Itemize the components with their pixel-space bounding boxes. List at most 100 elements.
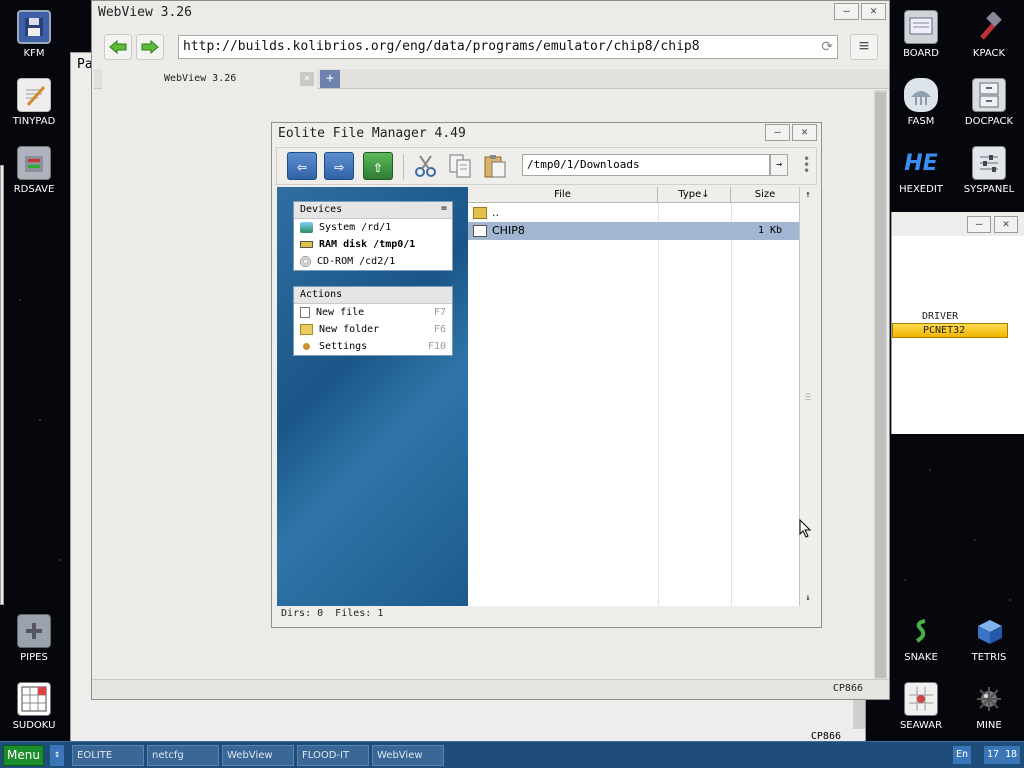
arrow-left-icon: ⇦ (297, 156, 307, 176)
eolite-statusbar: Dirs: 0 Files: 1 (281, 608, 384, 619)
driver-label: DRIVER (922, 311, 959, 322)
file-row-parent[interactable]: .. (468, 204, 799, 222)
desktop-icon-fasm[interactable]: FASM (889, 72, 953, 138)
action-settings[interactable]: Settings F10 (294, 338, 452, 355)
eolite-sidebar: Devices = System /rd/1 RAM disk /tmp0/1 … (277, 187, 468, 606)
new-tab-button[interactable]: + (320, 70, 340, 88)
desktop-icon-label: SUDOKU (12, 720, 56, 731)
webview-scrollbar[interactable] (874, 90, 887, 680)
desktop-icon-label: DOCPACK (964, 116, 1014, 127)
eolite-title: Eolite File Manager 4.49 (278, 126, 466, 141)
device-ram-disk[interactable]: RAM disk /tmp0/1 (294, 236, 452, 253)
eolite-window[interactable]: Eolite File Manager 4.49 — ✕ ⇦ ⇨ ⇧ /tmp0… (271, 122, 822, 628)
task-webview-2[interactable]: WebView (372, 745, 444, 766)
left-edge-window[interactable] (0, 165, 4, 605)
file-size: 1 Kb (758, 225, 783, 236)
board-icon (904, 10, 938, 44)
task-flood-it[interactable]: FLOOD-IT (297, 745, 369, 766)
webview-statusbar: CP866 (92, 679, 889, 699)
device-cdrom[interactable]: CD-ROM /cd2/1 (294, 253, 452, 270)
desktop-icon-syspanel[interactable]: SYSPANEL (957, 140, 1021, 206)
desktop-icon-snake[interactable]: SNAKE (889, 608, 953, 674)
column-size[interactable]: Size (731, 187, 799, 203)
desktop-icon-kpack[interactable]: KPACK (957, 4, 1021, 70)
netcfg-close-button[interactable]: ✕ (994, 216, 1018, 233)
paste-icon (484, 155, 506, 178)
devices-header[interactable]: Devices = (294, 202, 452, 219)
actions-header[interactable]: Actions (294, 287, 452, 304)
folder-up-icon (473, 207, 487, 219)
device-system[interactable]: System /rd/1 (294, 219, 452, 236)
desktop-icon-label: PIPES (20, 652, 48, 663)
webview-minimize-button[interactable]: — (834, 3, 859, 20)
desktop-icon-board[interactable]: BOARD (889, 4, 953, 70)
cut-button[interactable] (411, 152, 441, 180)
desktop-icon-hexedit[interactable]: HE HEXEDIT (889, 140, 953, 206)
sudoku-icon (17, 682, 51, 716)
device-label: CD-ROM /cd2/1 (317, 256, 396, 267)
back-button[interactable] (104, 34, 132, 60)
window-switch-button[interactable]: ↕ (50, 745, 64, 766)
desktop-icon-seawar[interactable]: SEAWAR (889, 676, 953, 742)
scroll-down-icon[interactable]: ↓ (801, 591, 815, 605)
file-row-chip8[interactable]: CHIP8 1 Kb (468, 222, 799, 240)
file-name: .. (492, 206, 499, 219)
tab-webview[interactable]: WebView 3.26 (102, 69, 317, 89)
mouse-cursor-icon (799, 519, 812, 538)
netcfg-minimize-button[interactable]: — (967, 216, 991, 233)
desktop-icon-label: TINYPAD (12, 116, 56, 127)
forward-button[interactable] (136, 34, 164, 60)
desktop-icon-sudoku[interactable]: SUDOKU (2, 676, 66, 742)
hamburger-menu-button[interactable]: ≡ (850, 34, 878, 60)
driver-select[interactable]: PCNET32 (892, 323, 1008, 338)
eolite-up-button[interactable]: ⇧ (363, 152, 393, 180)
desktop-icon-rdsave[interactable]: RDSAVE (2, 140, 66, 206)
desktop-icon-label: RDSAVE (13, 184, 55, 195)
desktop-icon-pipes[interactable]: PIPES (2, 608, 66, 674)
copy-button[interactable] (445, 152, 475, 180)
action-label: New folder (319, 324, 380, 335)
eolite-close-button[interactable]: ✕ (792, 124, 817, 141)
scrollbar-thumb[interactable] (875, 92, 886, 678)
scroll-up-icon[interactable]: ↑ (801, 188, 815, 202)
paste-button[interactable] (480, 152, 510, 180)
file-list-scrollbar[interactable]: ↑ ― ― ― ↓ (799, 187, 816, 606)
column-type[interactable]: Type↓ (658, 187, 731, 203)
language-indicator[interactable]: En (953, 746, 971, 764)
netcfg-titlebar[interactable]: — ✕ (892, 212, 1024, 236)
url-text: http://builds.kolibrios.org/eng/data/pro… (183, 39, 700, 54)
scroll-grip-icon[interactable]: ― ― ― (802, 390, 814, 404)
task-eolite[interactable]: EOLITE (72, 745, 144, 766)
desktop-icon-mine[interactable]: MINE (957, 676, 1021, 742)
eolite-forward-button[interactable]: ⇨ (324, 152, 354, 180)
action-label: Settings (319, 341, 368, 352)
url-input[interactable]: http://builds.kolibrios.org/eng/data/pro… (178, 35, 838, 59)
column-file[interactable]: File (468, 187, 658, 203)
desktop-icon-docpack[interactable]: DOCPACK (957, 72, 1021, 138)
toolbar-menu-icon[interactable]: • • • (803, 153, 810, 177)
task-netcfg[interactable]: netcfg (147, 745, 219, 766)
webview-close-button[interactable]: ✕ (861, 3, 886, 20)
action-new-file[interactable]: New file F7 (294, 304, 452, 321)
desktop-icon-kfm[interactable]: KFM (2, 4, 66, 70)
file-list[interactable]: File Type↓ Size .. CHIP8 1 Kb (468, 187, 799, 606)
path-go-button[interactable]: → (770, 154, 788, 176)
reload-icon[interactable]: ⟳ (821, 39, 833, 55)
path-input[interactable]: /tmp0/1/Downloads (522, 154, 770, 176)
action-label: New file (316, 307, 365, 318)
eolite-back-button[interactable]: ⇦ (287, 152, 317, 180)
encoding-label[interactable]: CP866 (833, 683, 863, 694)
action-new-folder[interactable]: New folder F6 (294, 321, 452, 338)
clock[interactable]: 17 18 (984, 746, 1020, 764)
eolite-minimize-button[interactable]: — (765, 124, 790, 141)
collapse-icon[interactable]: = (441, 203, 447, 214)
cabinet-icon (972, 78, 1006, 112)
tab-close-icon[interactable]: × (300, 72, 314, 86)
task-webview[interactable]: WebView (222, 745, 294, 766)
actions-title: Actions (300, 289, 343, 300)
netcfg-window[interactable]: — ✕ DRIVER PCNET32 (891, 212, 1024, 434)
file-list-header: File Type↓ Size (468, 187, 799, 203)
desktop-icon-tinypad[interactable]: TINYPAD (2, 72, 66, 138)
start-menu-button[interactable]: Menu (3, 745, 44, 766)
desktop-icon-tetris[interactable]: TETRIS (957, 608, 1021, 674)
